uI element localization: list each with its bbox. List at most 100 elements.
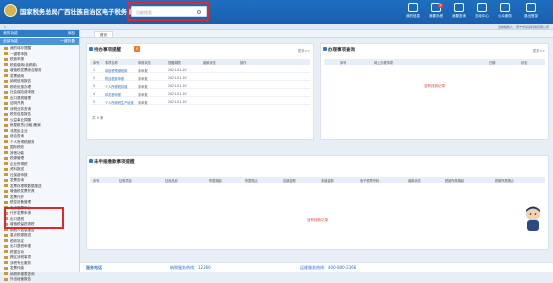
unpaid-empty-text: 没有找到记录: [307, 218, 328, 222]
nav-public-service[interactable]: 公众服务: [494, 3, 516, 23]
ops-hotline: 运维服务热线：400-800-2366: [300, 265, 357, 270]
service-icon: [500, 3, 510, 12]
pager-text: 共 5 条: [92, 116, 104, 120]
table-row: 3 个人所得税扣缴 未申报 2021-01-20: [90, 82, 310, 89]
service-footer: 服务电话 纳税服务热线：12366 运维服务热线：400-800-2366: [80, 262, 553, 272]
search-icon[interactable]: [197, 10, 201, 14]
todo-panel: 待办事项提醒 5 更多>> 序号 事项名称 申报状态 提醒期限 缴款状态 操作 …: [86, 43, 314, 140]
folder-icon: [4, 222, 8, 226]
nav-my-info[interactable]: 我的信息: [402, 3, 424, 23]
table-cell: 5: [93, 99, 96, 104]
folder-icon: [4, 145, 8, 149]
table-cell: 未申报: [138, 84, 148, 89]
folder-icon: [4, 173, 8, 176]
folder-icon: [4, 79, 8, 83]
table-cell: 2021-01-20: [168, 67, 187, 72]
folder-icon: [4, 112, 8, 116]
folder-icon: [4, 228, 8, 231]
tab-home[interactable]: 首页: [94, 31, 113, 38]
folder-icon: [4, 57, 8, 61]
table-row: 1 增值税预缴税款 未申报 2021-01-20: [90, 66, 310, 73]
folder-icon: [4, 96, 8, 99]
search-input[interactable]: 功能搜索: [131, 6, 207, 17]
chat-icon: [477, 3, 487, 12]
folder-icon: [4, 134, 8, 138]
query-panel: 办理事项查询 更多>> 序号 网上办理事项 日期 状态 没有找到记录: [320, 43, 549, 140]
folder-icon: [4, 162, 8, 165]
table-row: 2 附加税费申报 未申报 2021-01-20: [90, 74, 310, 81]
folder-icon: [4, 200, 8, 204]
unpaid-table-header: 序号 征收项目 征收品目 所属期起 所属期止 应缴金额 未缴金额 电子税票号码 …: [90, 177, 545, 183]
nav-interaction[interactable]: 互动中心: [471, 3, 493, 23]
tax-hotline: 纳税服务热线：12366: [170, 265, 211, 270]
table-row: 5 个人所得税生产经营 未申报 2021-01-20: [90, 98, 310, 105]
query-icon: [454, 3, 464, 12]
query-title: 办理事项查询: [328, 48, 355, 53]
nav-logout[interactable]: 退出登录: [520, 3, 542, 23]
folder-icon: [4, 52, 8, 55]
table-cell: 未申报: [138, 100, 148, 105]
folder-icon: [4, 217, 8, 220]
tax-logo: [4, 4, 17, 17]
table-cell: 2: [93, 75, 96, 80]
folder-icon: [4, 266, 8, 270]
sidebar-item[interactable]: 外出经营报告: [4, 277, 79, 283]
todo-more-link[interactable]: 更多>>: [298, 48, 310, 53]
folder-icon: [4, 261, 8, 264]
table-cell: 2021-01-20: [168, 91, 187, 96]
folder-icon: [4, 151, 8, 154]
folder-icon: [4, 74, 8, 77]
table-cell: 1: [93, 67, 96, 72]
query-empty-text: 没有找到记录: [424, 84, 445, 88]
folder-icon: [4, 107, 8, 110]
query-more-link[interactable]: 更多>>: [533, 48, 545, 53]
table-cell: 3: [93, 83, 96, 88]
checkbox-icon: [323, 47, 327, 51]
todo-title: 待办事项提醒: [94, 48, 121, 53]
table-cell: 2021-01-20: [168, 75, 187, 80]
folder-icon: [4, 184, 8, 187]
top-bar: 国家税务总局广西壮族自治区电子税务局 功能搜索 我的信息 1 我要办税 我要查询 …: [0, 0, 553, 24]
list-icon: [89, 159, 93, 163]
site-title: 国家税务总局广西壮族自治区电子税务局: [20, 9, 134, 16]
folder-icon: [4, 90, 8, 94]
folder-icon: [4, 250, 8, 253]
table-cell: 未申报: [138, 68, 148, 73]
unpaid-panel: 未申报缴款事项提醒 序号 征收项目 征收品目 所属期起 所属期止 应缴金额 未缴…: [86, 155, 549, 250]
todo-item-link[interactable]: 附加税费申报: [105, 76, 124, 81]
tab-bar: 首页: [80, 30, 553, 38]
folder-icon: [4, 272, 8, 275]
sidebar-my-functions[interactable]: 我的功能 添加: [0, 30, 79, 37]
folder-icon: [4, 239, 8, 242]
table-cell: 未申报: [138, 76, 148, 81]
sidebar-all-functions[interactable]: 全部功能 一键折叠: [0, 38, 79, 45]
folder-icon: [4, 244, 8, 248]
table-cell: 4: [93, 91, 96, 96]
folder-icon: [4, 206, 8, 209]
table-cell: 未申报: [138, 92, 148, 97]
user-icon: [408, 3, 418, 12]
todo-count-badge: 5: [134, 46, 140, 52]
folder-icon: [4, 189, 8, 193]
todo-item-link[interactable]: 个人所得税生产经营: [105, 100, 134, 105]
folder-icon: [4, 101, 8, 105]
assistant-mascot-icon[interactable]: [523, 205, 543, 233]
todo-table-header: 序号 事项名称 申报状态 提醒期限 缴款状态 操作: [90, 59, 310, 65]
table-cell: 2021-01-20: [168, 99, 187, 104]
folder-icon: [4, 233, 8, 237]
sidebar: 我的功能 添加 全部功能 一键折叠 我的待办提醒 一键零申报 税费申报 税费缴纳(含税…: [0, 30, 80, 281]
todo-item-link[interactable]: 印花税申报: [105, 92, 121, 97]
nav-tax-handling[interactable]: 1 我要办税: [425, 3, 447, 23]
folder-icon: [4, 195, 8, 198]
folder-icon: [4, 178, 8, 182]
folder-icon: [4, 156, 8, 160]
table-cell: 2021-01-20: [168, 83, 187, 88]
folder-icon: [4, 211, 8, 215]
todo-item-link[interactable]: 个人所得税扣缴: [105, 84, 127, 89]
folder-icon: [4, 123, 8, 127]
footer-title: 服务电话: [86, 265, 102, 270]
folder-icon: [4, 167, 8, 171]
todo-item-link[interactable]: 增值税预缴税款: [105, 68, 127, 73]
nav-query[interactable]: 我要查询: [448, 3, 470, 23]
table-row: 4 印花税申报 未申报 2021-01-20: [90, 90, 310, 97]
